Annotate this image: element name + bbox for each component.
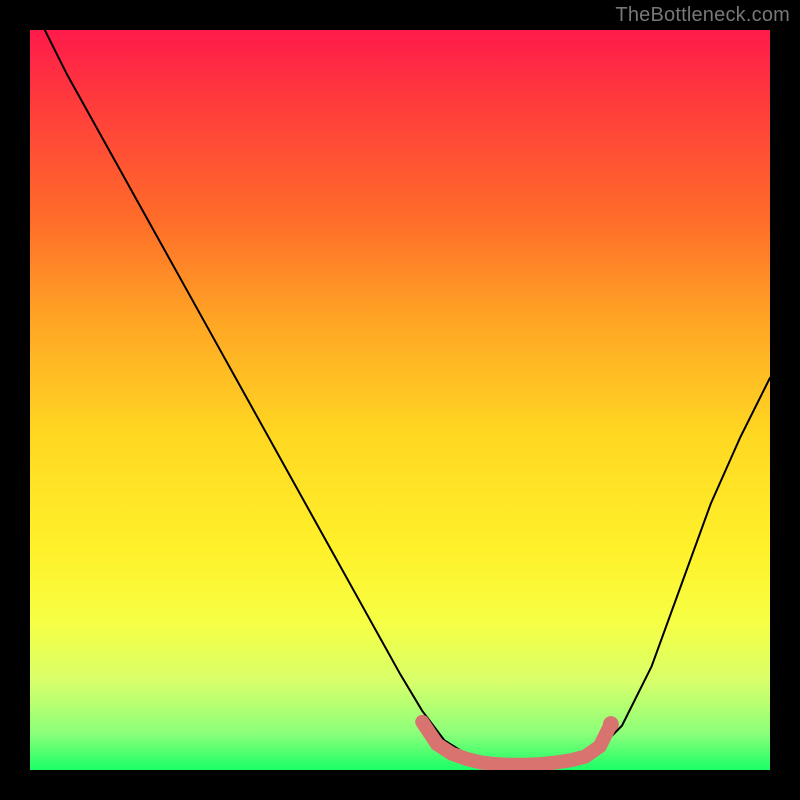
curve-svg bbox=[30, 30, 770, 770]
optimal-band-end-dot bbox=[603, 716, 619, 732]
chart-frame: TheBottleneck.com bbox=[0, 0, 800, 800]
watermark-brand: TheBottleneck.com bbox=[615, 4, 790, 27]
bottleneck-curve-line bbox=[45, 30, 770, 766]
gradient-plot-area bbox=[30, 30, 770, 770]
